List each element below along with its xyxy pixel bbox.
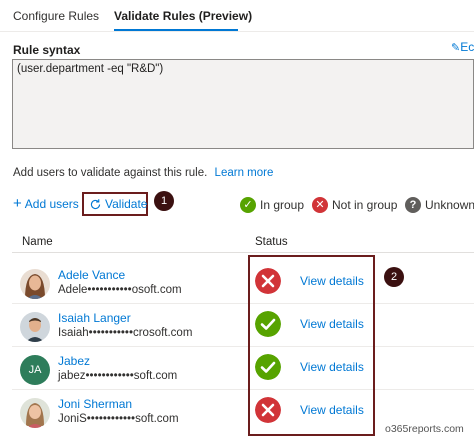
status-highlight-box xyxy=(248,255,375,436)
validate-button[interactable]: Validate xyxy=(89,197,147,211)
legend-label: Unknown xyxy=(425,198,474,212)
x-icon: ✕ xyxy=(312,197,328,213)
rule-syntax-textarea[interactable]: (user.department -eq "R&D") xyxy=(12,59,474,149)
column-header-name: Name xyxy=(22,236,53,248)
toolbar: + Add users Validate xyxy=(0,192,474,218)
legend-not-in-group: ✕ Not in group xyxy=(312,197,397,213)
avatar xyxy=(20,312,50,342)
learn-more-link[interactable]: Learn more xyxy=(215,167,274,179)
legend-label: Not in group xyxy=(332,198,398,212)
user-email: Adele•••••••••••osoft.com xyxy=(58,284,182,296)
avatar xyxy=(20,398,50,428)
user-name-link[interactable]: Joni Sherman xyxy=(58,397,132,411)
column-header-status: Status xyxy=(255,236,288,248)
user-name-link[interactable]: Isaiah Langer xyxy=(58,311,131,325)
add-users-button[interactable]: + Add users xyxy=(13,195,79,212)
annotation-badge-2: 2 xyxy=(384,267,404,287)
legend-label: In group xyxy=(260,198,305,212)
add-users-label: Add users xyxy=(24,197,79,211)
validate-info-text: Add users to validate against this rule. xyxy=(13,167,208,179)
watermark: o365reports.com xyxy=(385,423,464,435)
avatar xyxy=(20,269,50,299)
question-icon: ? xyxy=(405,197,421,213)
row-divider xyxy=(12,389,474,390)
legend-unknown: ? Unknown xyxy=(405,197,474,213)
edit-label: Ec xyxy=(460,40,474,54)
pencil-icon: ✎ xyxy=(451,42,461,54)
validate-highlight-box: Validate xyxy=(82,192,148,216)
check-icon: ✓ xyxy=(240,197,256,213)
tab-validate-rules[interactable]: Validate Rules (Preview) xyxy=(114,9,252,23)
user-name-link[interactable]: Adele Vance xyxy=(58,268,125,282)
header-divider xyxy=(12,252,474,253)
row-divider xyxy=(12,303,474,304)
row-divider xyxy=(12,346,474,347)
plus-icon: + xyxy=(13,195,22,212)
table-row: Isaiah Langer Isaiah•••••••••••crosoft.c… xyxy=(0,308,474,351)
annotation-badge-1: 1 xyxy=(154,191,174,211)
user-email: jabez••••••••••••soft.com xyxy=(58,370,178,382)
user-name-link[interactable]: Jabez xyxy=(58,354,90,368)
user-email: Isaiah•••••••••••crosoft.com xyxy=(58,327,193,339)
validate-label: Validate xyxy=(105,197,148,211)
active-tab-indicator xyxy=(114,29,238,31)
edit-button[interactable]: ✎Ec xyxy=(451,40,474,54)
tab-bar: Configure Rules Validate Rules (Preview) xyxy=(0,0,474,32)
legend-in-group: ✓ In group xyxy=(240,197,304,213)
table-row: JA Jabez jabez••••••••••••soft.com View … xyxy=(0,351,474,394)
user-email: JoniS••••••••••••soft.com xyxy=(58,413,179,425)
validate-info: Add users to validate against this rule.… xyxy=(13,167,273,179)
tab-configure-rules[interactable]: Configure Rules xyxy=(13,9,99,23)
refresh-icon xyxy=(90,198,101,209)
rule-syntax-label: Rule syntax xyxy=(13,43,81,57)
rule-syntax-text: (user.department -eq "R&D") xyxy=(17,63,164,75)
avatar: JA xyxy=(20,355,50,385)
